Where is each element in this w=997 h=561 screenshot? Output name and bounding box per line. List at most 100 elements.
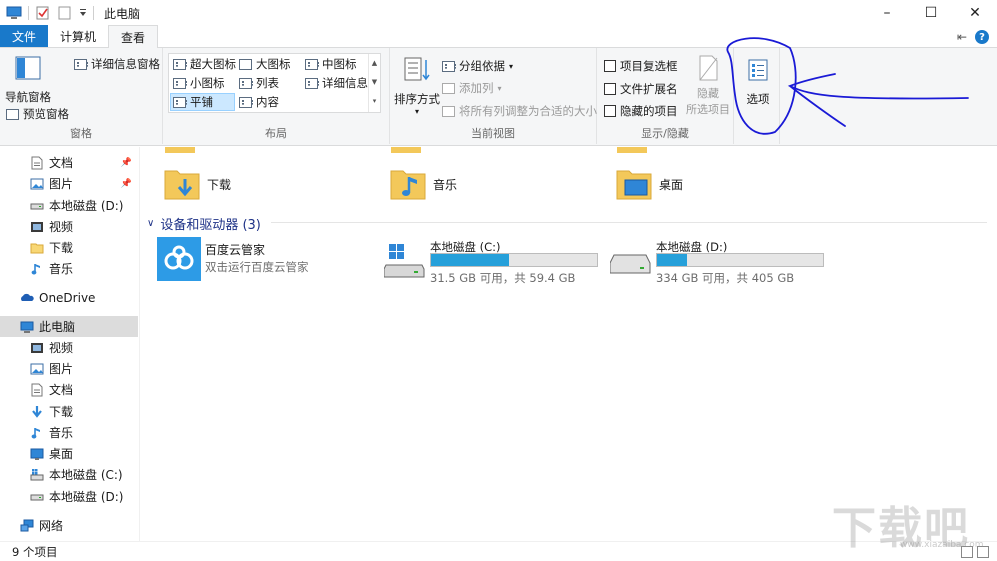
layout-details[interactable]: 详细信息 bbox=[303, 74, 370, 92]
drive-tile-d[interactable]: 本地磁盘 (D:) 334 GB 可用，共 405 GB bbox=[610, 239, 830, 285]
nav-item-videos[interactable]: 视频 bbox=[0, 216, 138, 237]
nav-item-this-pc-pictures[interactable]: 图片 bbox=[0, 358, 138, 379]
gallery-expand-icon[interactable]: ▾ bbox=[369, 92, 380, 111]
app-tile-baidu[interactable]: 百度云管家 双击运行百度云管家 bbox=[157, 237, 357, 283]
nav-item-pictures[interactable]: 图片 📌 bbox=[0, 173, 138, 194]
nav-item-drive-c[interactable]: 本地磁盘 (C:) bbox=[0, 464, 138, 485]
nav-item-this-pc-drive-d[interactable]: 本地磁盘 (D:) bbox=[0, 486, 138, 507]
fit-columns-button[interactable]: 将所有列调整为合适的大小 bbox=[442, 103, 597, 119]
layout-content[interactable]: 内容 bbox=[237, 93, 281, 111]
options-button[interactable]: 选项 bbox=[740, 58, 776, 107]
layout-large-icons[interactable]: 大图标 bbox=[237, 55, 293, 73]
folder-tile-downloads[interactable]: 下载 bbox=[163, 165, 231, 203]
layout-tiles[interactable]: 平铺 bbox=[170, 93, 235, 111]
layout-list[interactable]: 列表 bbox=[237, 74, 281, 92]
item-checkboxes-toggle[interactable]: 项目复选框 bbox=[604, 58, 678, 74]
ribbon-tab-tools: ⇤ ? bbox=[957, 30, 989, 44]
folder-tile-desktop[interactable]: 桌面 bbox=[615, 165, 683, 203]
computer-icon bbox=[20, 321, 34, 333]
file-extensions-checkbox[interactable] bbox=[604, 83, 616, 95]
group-label: 布局 bbox=[265, 127, 287, 140]
item-checkboxes-checkbox[interactable] bbox=[604, 60, 616, 72]
nav-item-this-pc-documents[interactable]: 文档 bbox=[0, 379, 138, 400]
collapse-ribbon-icon[interactable]: ⇤ bbox=[957, 30, 967, 44]
ribbon-tabs: 文件 计算机 查看 ⇤ ? bbox=[0, 25, 997, 48]
properties-icon[interactable] bbox=[35, 6, 51, 20]
tiles-icon bbox=[173, 96, 187, 108]
nav-item-downloads[interactable]: 下载 bbox=[0, 237, 138, 258]
hidden-items-checkbox[interactable] bbox=[604, 105, 616, 117]
hidden-items-toggle[interactable]: 隐藏的项目 bbox=[604, 103, 678, 119]
new-folder-icon[interactable] bbox=[57, 6, 73, 20]
group-by-button[interactable]: 分组依据 ▾ bbox=[442, 58, 513, 74]
hide-selected-button[interactable]: 隐藏 所选项目 bbox=[685, 54, 731, 117]
videos-icon bbox=[31, 342, 43, 353]
group-panes: 导航窗格 详细信息窗格 预览窗格 窗格 bbox=[0, 48, 163, 144]
nav-item-label: 下载 bbox=[49, 405, 74, 419]
file-extensions-label: 文件扩展名 bbox=[620, 82, 678, 96]
nav-item-network[interactable]: 网络 bbox=[0, 515, 138, 536]
gallery-scroll-down-icon[interactable]: ▼ bbox=[369, 73, 380, 92]
nav-item-this-pc-videos[interactable]: 视频 bbox=[0, 337, 138, 358]
title-bar: 此电脑 – ☐ ✕ bbox=[0, 0, 997, 26]
tab-computer[interactable]: 计算机 bbox=[48, 25, 108, 47]
layout-medium-icons[interactable]: 中图标 bbox=[303, 55, 359, 73]
nav-item-this-pc-music[interactable]: 音乐 bbox=[0, 422, 138, 443]
large-icons-icon bbox=[239, 58, 252, 70]
fit-columns-label: 将所有列调整为合适的大小 bbox=[459, 104, 597, 118]
drive-tile-c[interactable]: 本地磁盘 (C:) 31.5 GB 可用，共 59.4 GB bbox=[384, 239, 604, 285]
sort-by-label: 排序方式 bbox=[394, 92, 440, 106]
baidu-cloud-icon bbox=[157, 237, 201, 281]
navigation-pane-icon bbox=[15, 56, 41, 80]
drive-space-text: 31.5 GB 可用，共 59.4 GB bbox=[430, 271, 576, 285]
layout-extra-large-icons[interactable]: 超大图标 bbox=[171, 55, 238, 73]
nav-item-drive-d[interactable]: 本地磁盘 (D:) bbox=[0, 195, 138, 216]
nav-item-this-pc[interactable]: 此电脑 bbox=[0, 316, 138, 337]
computer-icon[interactable] bbox=[6, 6, 22, 20]
nav-item-label: 音乐 bbox=[49, 426, 74, 440]
close-button[interactable]: ✕ bbox=[953, 0, 997, 26]
pin-icon[interactable]: 📌 bbox=[121, 179, 132, 189]
navigation-pane-button[interactable]: 导航窗格 bbox=[5, 56, 57, 105]
nav-item-documents[interactable]: 文档 📌 bbox=[0, 152, 138, 173]
nav-item-music[interactable]: 音乐 bbox=[0, 258, 138, 279]
layout-item-label: 超大图标 bbox=[190, 57, 236, 71]
details-pane-button[interactable]: 详细信息窗格 bbox=[74, 56, 160, 72]
quick-access-toolbar bbox=[0, 0, 94, 26]
downloads-folder-icon bbox=[164, 170, 200, 200]
layout-small-icons[interactable]: 小图标 bbox=[171, 74, 227, 92]
details-icon bbox=[305, 77, 319, 89]
add-columns-button[interactable]: 添加列 ▾ bbox=[442, 80, 502, 96]
maximize-button[interactable]: ☐ bbox=[909, 0, 953, 26]
tab-view[interactable]: 查看 bbox=[108, 25, 159, 48]
sort-by-button[interactable]: 排序方式 ▾ bbox=[394, 56, 440, 116]
nav-item-label: 本地磁盘 (D:) bbox=[49, 490, 124, 504]
sort-by-dropdown-icon: ▾ bbox=[414, 107, 419, 116]
customize-toolbar-icon[interactable] bbox=[79, 6, 87, 20]
layout-item-label: 小图标 bbox=[190, 76, 225, 90]
nav-item-onedrive[interactable]: OneDrive bbox=[0, 287, 138, 308]
devices-section-header[interactable]: ∨ 设备和驱动器 (3) bbox=[147, 214, 261, 233]
desktop-icon bbox=[30, 448, 44, 460]
app-subtitle: 双击运行百度云管家 bbox=[205, 260, 309, 274]
selected-items-label: 所选项目 bbox=[686, 103, 730, 116]
layout-item-label: 详细信息 bbox=[322, 76, 368, 90]
folder-tile-music[interactable]: 音乐 bbox=[389, 165, 457, 203]
tab-file[interactable]: 文件 bbox=[0, 25, 48, 47]
nav-item-label: 本地磁盘 (C:) bbox=[49, 468, 123, 482]
pin-icon[interactable]: 📌 bbox=[121, 158, 132, 168]
onedrive-icon bbox=[21, 293, 34, 301]
nav-item-this-pc-downloads[interactable]: 下载 bbox=[0, 401, 138, 422]
gallery-scroll[interactable]: ▲ ▼ ▾ bbox=[368, 54, 380, 112]
file-extensions-toggle[interactable]: 文件扩展名 bbox=[604, 81, 678, 97]
network-icon bbox=[20, 519, 34, 531]
gallery-scroll-up-icon[interactable]: ▲ bbox=[369, 54, 380, 73]
help-icon[interactable]: ? bbox=[975, 30, 989, 44]
minimize-button[interactable]: – bbox=[865, 0, 909, 26]
hidden-items-label: 隐藏的项目 bbox=[620, 104, 678, 118]
preview-pane-button[interactable]: 预览窗格 bbox=[6, 106, 69, 122]
nav-item-desktop[interactable]: 桌面 bbox=[0, 443, 138, 464]
nav-item-label: 网络 bbox=[39, 519, 64, 533]
folder-label: 桌面 bbox=[659, 177, 684, 192]
folder-label: 音乐 bbox=[433, 177, 458, 192]
